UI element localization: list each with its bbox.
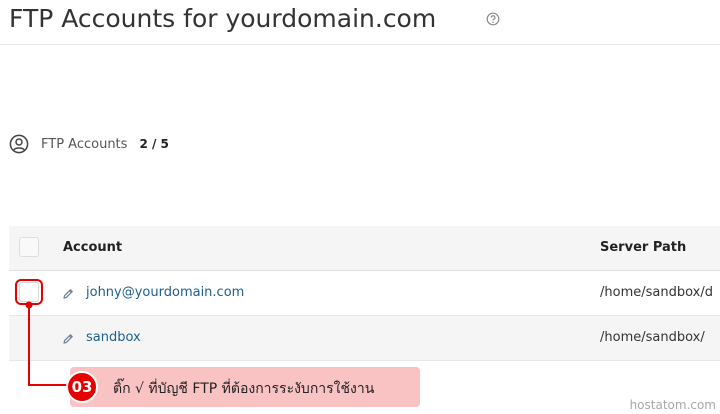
table-row: johny@yourdomain.com /home/sandbox/d: [9, 271, 720, 316]
pencil-icon[interactable]: [62, 333, 74, 345]
table-row: sandbox /home/sandbox/: [9, 316, 720, 361]
summary-count: 2 / 5: [139, 137, 169, 151]
column-header-server-path: Server Path: [600, 240, 687, 255]
select-all-checkbox[interactable]: [19, 237, 39, 257]
ftp-accounts-table: Account Server Path johny@yourdomain.com…: [9, 226, 720, 361]
account-link[interactable]: sandbox: [86, 330, 141, 345]
pencil-icon[interactable]: [62, 288, 74, 300]
question-circle-icon[interactable]: [486, 12, 500, 26]
row-checkbox[interactable]: [19, 282, 39, 302]
account-link[interactable]: johny@yourdomain.com: [86, 285, 244, 300]
server-path: /home/sandbox/d: [600, 285, 713, 300]
server-path: /home/sandbox/: [600, 330, 705, 345]
page-title: FTP Accounts for yourdomain.com: [9, 4, 437, 33]
watermark: hostatom.com: [629, 398, 716, 412]
column-header-account: Account: [63, 240, 123, 255]
step-number-badge: 03: [66, 371, 98, 403]
ftp-accounts-summary: FTP Accounts 2 / 5: [9, 134, 169, 154]
user-circle-icon: [9, 134, 29, 154]
annotation-text: ติ๊ก √ ที่บัญชี FTP ที่ต้องการระงับการใช…: [113, 381, 375, 397]
header-divider: [0, 44, 720, 45]
table-header-row: Account Server Path: [9, 226, 720, 271]
summary-label: FTP Accounts: [41, 136, 128, 152]
annotation-callout: 03 ติ๊ก √ ที่บัญชี FTP ที่ต้องการระงับกา…: [66, 367, 420, 407]
